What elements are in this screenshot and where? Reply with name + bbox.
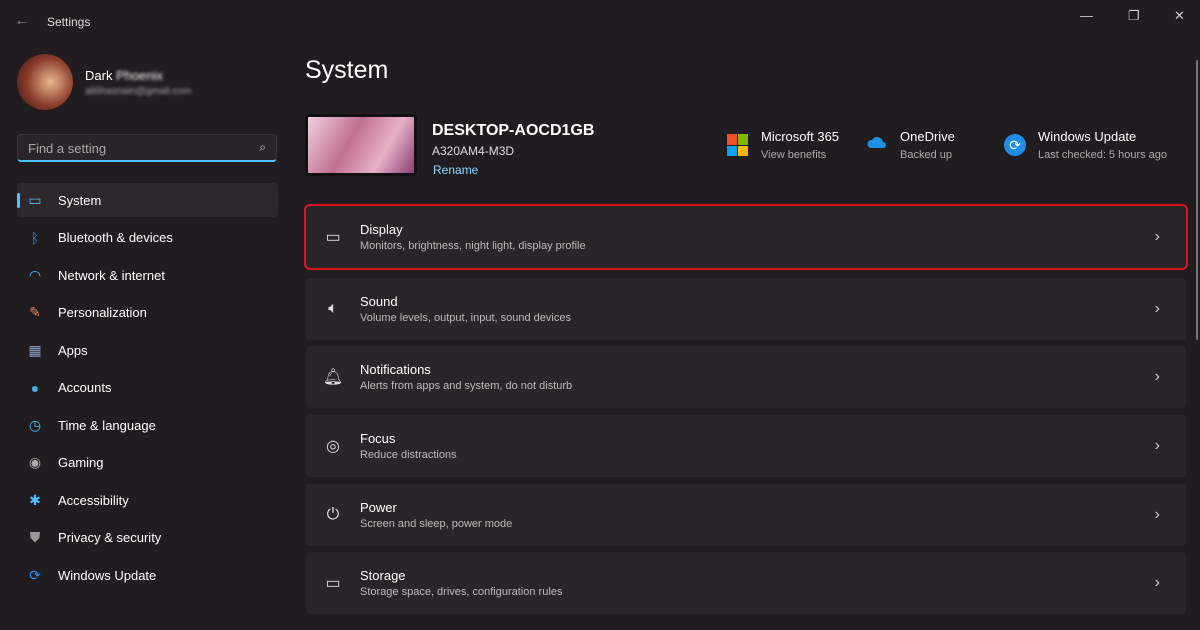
accounts-icon: ● <box>30 379 40 396</box>
privacy-security-icon: ⛊ <box>29 529 41 545</box>
sidebar-item-personalization[interactable]: ✎ Personalization <box>17 296 278 330</box>
card-subtitle: Reduce distractions <box>360 449 457 461</box>
sidebar-item-windows-update[interactable]: ⟳ Windows Update <box>17 558 278 592</box>
sidebar-item-label: Apps <box>58 342 88 358</box>
notifications-icon: 🔔︎ <box>322 369 344 386</box>
sidebar-item-bluetooth-devices[interactable]: ᛒ Bluetooth & devices <box>17 221 278 255</box>
sidebar-item-label: Privacy & security <box>58 530 162 545</box>
device-model: A320AM4-M3D <box>432 144 515 158</box>
bluetooth-devices-icon: ᛒ <box>30 229 40 246</box>
settings-card-sound[interactable]: 🔈︎ Sound Volume levels, output, input, sou… <box>306 278 1186 340</box>
sidebar-item-accessibility[interactable]: ✱ Accessibility <box>17 483 278 517</box>
microsoft-365-link[interactable]: Microsoft 365 View benefits <box>727 129 839 161</box>
system-icon: ▭ <box>28 191 42 208</box>
windows-update-icon: ⟳ <box>1004 134 1026 156</box>
sidebar-item-label: Personalization <box>58 305 147 320</box>
chevron-right-icon: › <box>1154 574 1160 591</box>
card-title: Storage <box>360 568 406 583</box>
sidebar-item-network-internet[interactable]: ◠ Network & internet <box>17 258 278 292</box>
quick-title: Windows Update <box>1038 129 1137 144</box>
maximize-button[interactable]: ❐ <box>1128 8 1140 24</box>
chevron-right-icon: › <box>1154 300 1160 317</box>
title-bar: ← Settings — ❐ ✕ <box>0 0 1200 44</box>
sidebar-item-label: Network & internet <box>58 267 165 283</box>
settings-card-focus[interactable]: ◎ Focus Reduce distractions › <box>306 415 1186 477</box>
sidebar-item-label: Gaming <box>58 455 104 470</box>
settings-card-storage[interactable]: ▭ Storage Storage space, drives, configura… <box>306 552 1186 614</box>
user-last-name: Phoenix <box>116 68 164 83</box>
power-icon: ⏻ <box>326 506 340 523</box>
time-language-icon: ◷ <box>28 416 42 433</box>
onedrive-cloud-icon <box>866 134 888 156</box>
gaming-icon: ◉ <box>28 454 42 470</box>
card-subtitle: Monitors, brightness, night light, displ… <box>360 240 586 252</box>
sidebar-item-privacy-security[interactable]: ⛊ Privacy & security <box>17 521 278 555</box>
search-icon: ⌕ <box>259 140 266 154</box>
quick-sub: Backed up <box>900 149 952 161</box>
device-name: DESKTOP-AOCD1GB <box>432 122 595 139</box>
chevron-right-icon: › <box>1154 368 1160 385</box>
app-title: Settings <box>47 15 91 29</box>
personalization-icon: ✎ <box>29 304 41 320</box>
settings-card-notifications[interactable]: 🔔︎ Notifications Alerts from apps and syst… <box>306 346 1186 408</box>
rename-link[interactable]: Rename <box>433 163 478 177</box>
user-first-name: Dark <box>85 68 113 83</box>
card-subtitle: Screen and sleep, power mode <box>360 518 513 530</box>
sound-icon: 🔈︎ <box>328 300 338 317</box>
user-email: ali6hasnain@gmail.com <box>85 86 192 97</box>
sidebar-item-gaming[interactable]: ◉ Gaming <box>17 446 278 480</box>
desktop-wallpaper-thumbnail <box>305 114 417 176</box>
windows-update-icon: ⟳ <box>29 566 41 583</box>
sidebar-nav: ▭ System ᛒ Bluetooth & devices ◠ Network & in… <box>17 183 278 596</box>
microsoft-365-icon <box>727 134 749 156</box>
avatar[interactable] <box>17 54 73 110</box>
settings-card-power[interactable]: ⏻ Power Screen and sleep, power mode › <box>306 484 1186 546</box>
close-button[interactable]: ✕ <box>1174 8 1185 24</box>
sidebar-item-apps[interactable]: ▦ Apps <box>17 333 278 367</box>
sidebar-item-label: Accounts <box>58 380 112 395</box>
sidebar-item-label: Accessibility <box>58 492 129 508</box>
storage-icon: ▭ <box>325 575 341 592</box>
sidebar-item-accounts[interactable]: ● Accounts <box>17 371 278 405</box>
sidebar-item-system[interactable]: ▭ System <box>17 183 278 217</box>
quick-sub: Last checked: 5 hours ago <box>1038 149 1168 161</box>
display-icon: ▭ <box>325 229 341 246</box>
focus-icon: ◎ <box>326 438 340 455</box>
sidebar-item-label: Time & language <box>58 417 156 433</box>
sidebar-item-time-language[interactable]: ◷ Time & language <box>17 408 278 442</box>
card-title: Focus <box>360 431 396 446</box>
onedrive-link[interactable]: OneDrive Backed up <box>866 129 955 161</box>
back-arrow-icon[interactable]: ← <box>14 12 30 30</box>
accessibility-icon: ✱ <box>29 491 41 508</box>
sidebar-item-label: Windows Update <box>58 567 157 583</box>
search-input[interactable]: Find a setting ⌕ <box>17 134 277 162</box>
sidebar-item-label: System <box>58 192 102 208</box>
sidebar-item-label: Bluetooth & devices <box>58 230 173 245</box>
chevron-right-icon: › <box>1154 506 1160 523</box>
chevron-right-icon: › <box>1154 228 1160 245</box>
quick-title: Microsoft 365 <box>761 129 840 144</box>
scrollbar[interactable] <box>1196 60 1198 340</box>
page-title: System <box>305 56 389 84</box>
apps-icon: ▦ <box>28 341 42 358</box>
settings-card-display[interactable]: ▭ Display Monitors, brightness, night ligh… <box>304 204 1188 270</box>
user-name: Dark Phoenix <box>85 68 163 83</box>
search-placeholder: Find a setting <box>28 141 107 156</box>
card-title: Power <box>360 500 397 515</box>
quick-title: OneDrive <box>900 129 955 144</box>
card-title: Display <box>360 222 403 237</box>
minimize-button[interactable]: — <box>1080 8 1093 23</box>
card-title: Sound <box>360 294 398 309</box>
windows-update-link[interactable]: ⟳ Windows Update Last checked: 5 hours ag… <box>1004 129 1167 161</box>
network-internet-icon: ◠ <box>28 266 42 283</box>
card-subtitle: Volume levels, output, input, sound devi… <box>360 312 571 324</box>
quick-sub: View benefits <box>761 149 827 161</box>
card-subtitle: Storage space, drives, configuration rul… <box>360 586 563 598</box>
card-title: Notifications <box>360 362 431 377</box>
card-subtitle: Alerts from apps and system, do not dist… <box>360 380 573 392</box>
chevron-right-icon: › <box>1154 437 1160 454</box>
